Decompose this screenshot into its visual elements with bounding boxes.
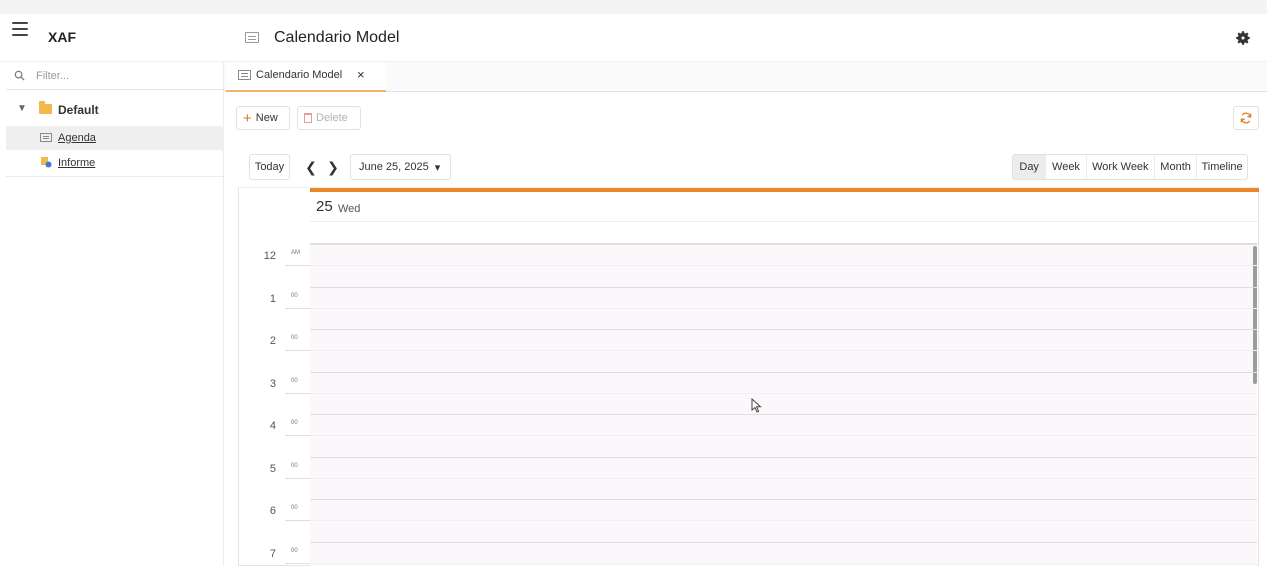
- view-week-button[interactable]: Week: [1046, 155, 1087, 179]
- time-label-suffix: 00: [291, 292, 298, 299]
- time-label-hour: 3: [269, 377, 276, 390]
- tree-group-default[interactable]: Default: [58, 103, 99, 117]
- time-label-suffix: 00: [291, 420, 298, 426]
- time-label-hour: 4: [269, 420, 276, 432]
- time-label-suffix: 00: [291, 547, 298, 554]
- time-label-hour: 12: [263, 250, 276, 262]
- date-label: June 25, 2025: [359, 161, 429, 173]
- new-button[interactable]: + New: [236, 106, 290, 130]
- day-header: [310, 192, 1259, 222]
- time-grid[interactable]: [310, 244, 1257, 566]
- mouse-cursor-icon: [751, 398, 762, 413]
- today-button[interactable]: Today: [249, 154, 290, 180]
- gear-icon[interactable]: [1234, 29, 1252, 47]
- list-view-icon: [238, 70, 251, 80]
- view-month-button[interactable]: Month: [1155, 155, 1198, 179]
- date-picker-button[interactable]: June 25, 2025 ▾: [350, 154, 451, 180]
- refresh-icon: [1240, 112, 1252, 124]
- chevron-right-icon[interactable]: ❯: [323, 154, 343, 180]
- half-hour-gridline: [310, 520, 1257, 522]
- page-title: Calendario Model: [274, 29, 400, 46]
- half-hour-gridline: [310, 435, 1257, 437]
- time-label-suffix: 00: [291, 335, 298, 341]
- hour-gridline: [310, 286, 1257, 288]
- time-label-hour: 6: [269, 505, 276, 517]
- app-name: XAF: [48, 29, 76, 45]
- time-tick: [285, 520, 310, 522]
- delete-button[interactable]: Delete: [297, 106, 361, 130]
- caret-down-icon: ▾: [434, 161, 441, 174]
- time-tick: [285, 562, 310, 564]
- tab-label[interactable]: Calendario Model: [256, 69, 342, 81]
- half-hour-gridline: [310, 307, 1257, 309]
- time-tick: [285, 477, 310, 479]
- time-tick: [285, 392, 310, 394]
- time-label-suffix: 00: [291, 377, 298, 384]
- list-view-icon: [245, 32, 259, 43]
- half-hour-gridline: [310, 350, 1257, 352]
- day-number: 25: [316, 198, 333, 215]
- chevron-down-icon[interactable]: ▼: [17, 103, 27, 114]
- filter-placeholder: Filter...: [36, 70, 70, 82]
- new-button-label: New: [255, 112, 278, 124]
- time-label-hour: 7: [269, 547, 276, 560]
- list-view-icon: [40, 133, 52, 142]
- half-hour-gridline: [310, 265, 1257, 267]
- half-hour-gridline: [310, 392, 1257, 394]
- hour-gridline: [310, 414, 1257, 415]
- app-header: [0, 14, 1267, 62]
- sidebar-item-label[interactable]: Agenda: [58, 132, 96, 144]
- time-tick: [285, 307, 310, 309]
- time-label-suffix: 00: [291, 462, 298, 469]
- delete-button-label: Delete: [316, 112, 348, 124]
- day-name: Wed: [338, 203, 361, 215]
- all-day-row[interactable]: [310, 222, 1259, 244]
- half-hour-gridline: [310, 562, 1257, 564]
- report-icon: [41, 157, 52, 168]
- hour-gridline: [310, 499, 1257, 500]
- time-label-hour: 1: [269, 292, 276, 305]
- sidebar-item-label[interactable]: Informe: [58, 157, 95, 169]
- search-icon: [14, 70, 25, 81]
- close-icon[interactable]: ×: [357, 67, 365, 82]
- trash-icon: [304, 113, 312, 123]
- view-work-week-button[interactable]: Work Week: [1087, 155, 1156, 179]
- time-label-suffix: 00: [291, 505, 298, 511]
- time-label-hour: 2: [269, 335, 276, 347]
- view-day-button[interactable]: Day: [1013, 155, 1047, 179]
- top-strip: [0, 0, 1267, 14]
- hour-gridline: [310, 456, 1257, 458]
- time-tick: [285, 435, 310, 437]
- plus-icon: +: [243, 109, 252, 127]
- time-label-hour: 5: [269, 462, 276, 475]
- hour-gridline: [310, 541, 1257, 543]
- hour-gridline: [310, 371, 1257, 373]
- view-switcher: Day Week Work Week Month Timeline: [1012, 154, 1248, 180]
- view-timeline-button[interactable]: Timeline: [1197, 155, 1247, 179]
- time-label-suffix: AM: [291, 250, 300, 256]
- hour-gridline: [310, 244, 1257, 245]
- sidebar-item-agenda[interactable]: [6, 126, 224, 150]
- time-tick: [285, 350, 310, 352]
- chevron-left-icon[interactable]: ❮: [301, 154, 321, 180]
- refresh-button[interactable]: [1233, 106, 1259, 130]
- hamburger-menu-icon[interactable]: [12, 22, 28, 36]
- half-hour-gridline: [310, 477, 1257, 479]
- vertical-scrollbar[interactable]: [1253, 246, 1257, 384]
- hour-gridline: [310, 329, 1257, 330]
- folder-icon: [39, 101, 52, 114]
- time-tick: [285, 265, 310, 267]
- sidebar-divider: [6, 176, 224, 177]
